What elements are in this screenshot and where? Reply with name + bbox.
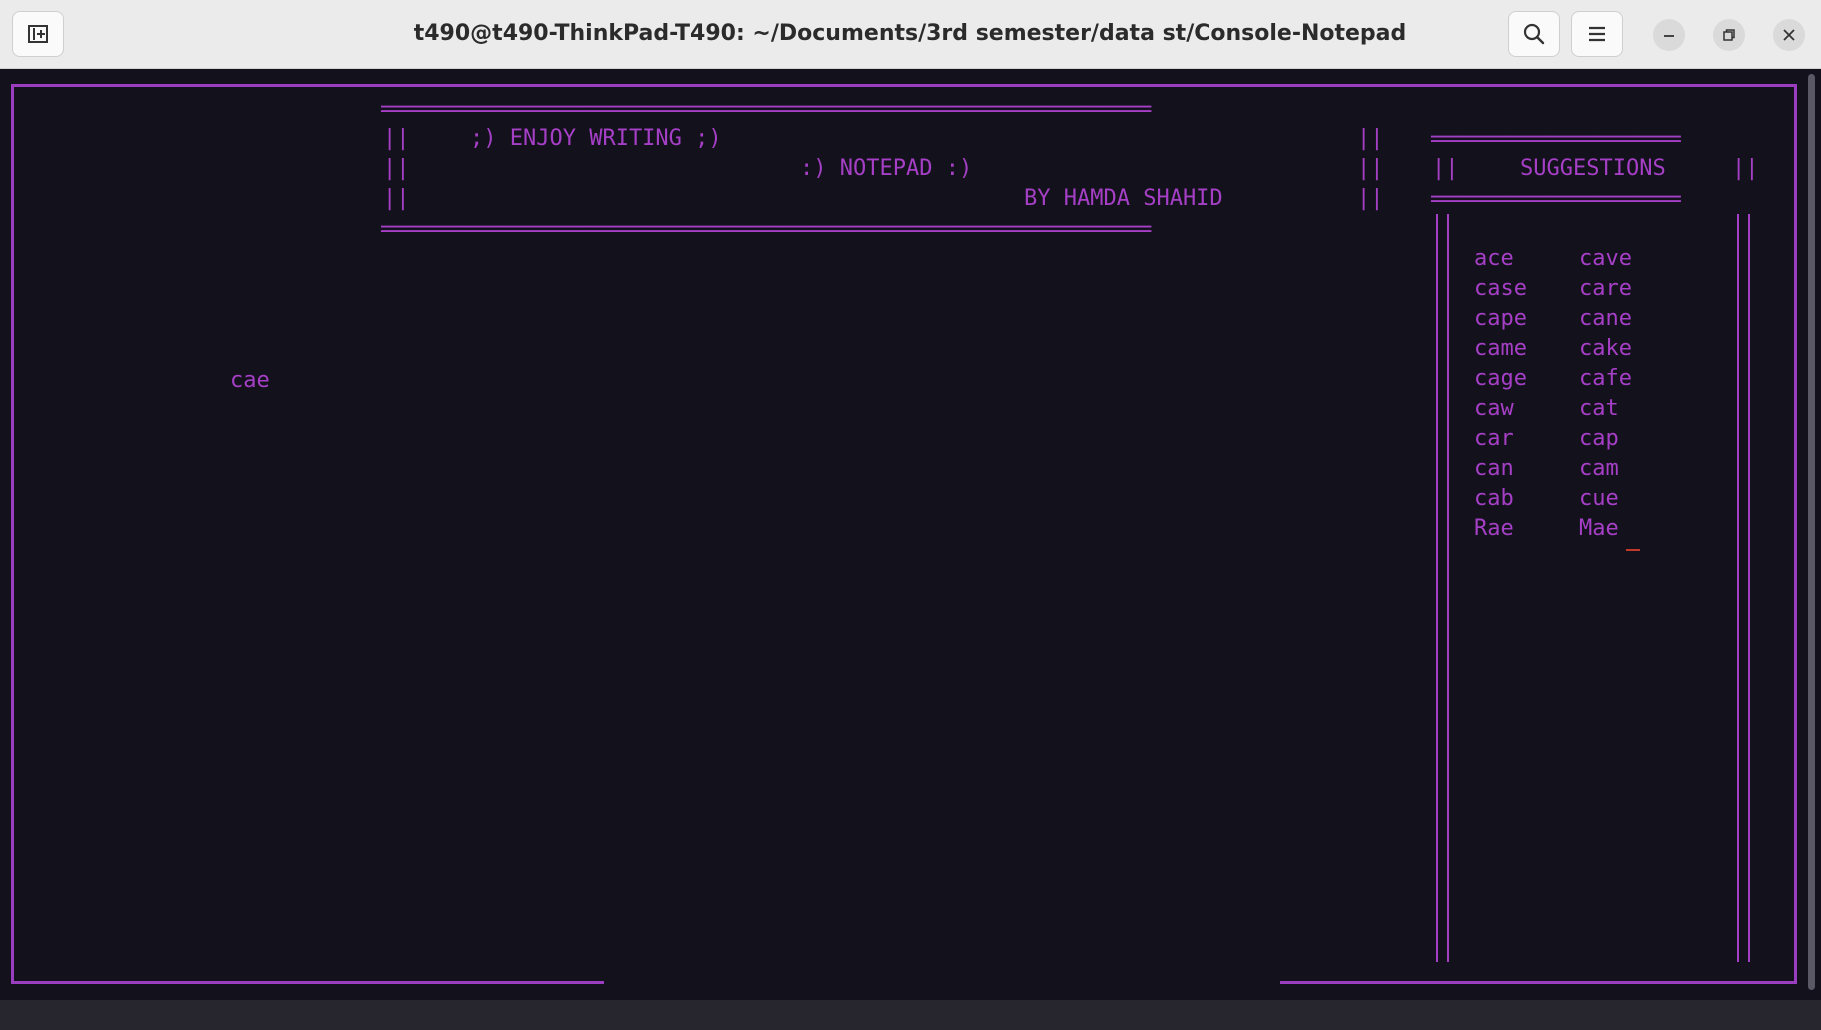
hamburger-menu-icon: [1589, 26, 1605, 42]
close-button[interactable]: [1773, 19, 1805, 51]
suggestion-item[interactable]: care: [1579, 274, 1632, 304]
search-button[interactable]: [1508, 11, 1560, 57]
new-tab-button[interactable]: [12, 11, 64, 57]
suggestion-item[interactable]: cane: [1579, 304, 1632, 334]
header-border-top: ========================================…: [380, 100, 1152, 120]
restore-button[interactable]: [1713, 19, 1745, 51]
suggestion-item[interactable]: ace: [1474, 244, 1514, 274]
frame-gap: [604, 980, 1280, 987]
suggestion-item[interactable]: cam: [1579, 454, 1619, 484]
suggestions-left-rail: [1436, 214, 1438, 962]
suggestions-right-rail: [1748, 214, 1750, 962]
menu-button[interactable]: [1571, 11, 1623, 57]
suggestion-item[interactable]: Mae: [1579, 514, 1619, 544]
header-right-bar: ||: [1357, 156, 1384, 181]
close-icon: [1783, 29, 1795, 41]
suggestions-left-rail: [1447, 214, 1449, 962]
suggestions-title: SUGGESTIONS: [1520, 156, 1666, 181]
header-border-bottom: ========================================…: [380, 220, 1152, 240]
suggestion-item[interactable]: cue: [1579, 484, 1619, 514]
editor-typed-text[interactable]: cae: [230, 366, 270, 396]
header-app-name: :) NOTEPAD :): [800, 156, 973, 181]
suggestion-item[interactable]: cafe: [1579, 364, 1632, 394]
suggestion-item[interactable]: cake: [1579, 334, 1632, 364]
suggestion-item[interactable]: Rae: [1474, 514, 1514, 544]
terminal-scrollbar[interactable]: [1808, 74, 1815, 990]
header-right-bar: ||: [1357, 126, 1384, 151]
suggestions-border-top: =======================: [1430, 130, 1682, 150]
header-left-bar: ||: [383, 126, 410, 151]
suggestions-right-bar: ||: [1732, 156, 1759, 181]
search-icon: [1523, 23, 1545, 45]
header-right-bar: ||: [1357, 186, 1384, 211]
header-left-bar: ||: [383, 156, 410, 181]
suggestion-item[interactable]: cage: [1474, 364, 1527, 394]
suggestion-item[interactable]: cat: [1579, 394, 1619, 424]
suggestion-item[interactable]: car: [1474, 424, 1514, 454]
suggestion-item[interactable]: caw: [1474, 394, 1514, 424]
suggestion-item[interactable]: case: [1474, 274, 1527, 304]
header-author: BY HAMDA SHAHID: [1024, 186, 1223, 211]
suggestion-item[interactable]: cave: [1579, 244, 1632, 274]
suggestion-item[interactable]: came: [1474, 334, 1527, 364]
suggestion-item[interactable]: cape: [1474, 304, 1527, 334]
bottom-strip: [0, 1000, 1821, 1030]
restore-icon: [1723, 29, 1735, 41]
header-tagline: ;) ENJOY WRITING ;): [470, 126, 722, 151]
window-title: t490@t490-ThinkPad-T490: ~/Documents/3rd…: [413, 21, 1407, 46]
suggestion-item[interactable]: cab: [1474, 484, 1514, 514]
new-tab-icon: [28, 25, 48, 43]
suggestion-item[interactable]: cap: [1579, 424, 1619, 454]
minimize-icon: [1664, 35, 1674, 37]
suggestions-border-mid: =======================: [1430, 190, 1682, 210]
suggestions-right-rail: [1737, 214, 1739, 962]
window-titlebar: t490@t490-ThinkPad-T490: ~/Documents/3rd…: [0, 0, 1821, 69]
suggestion-item[interactable]: can: [1474, 454, 1514, 484]
header-left-bar: ||: [383, 186, 410, 211]
suggestions-left-bar: ||: [1432, 156, 1459, 181]
text-cursor: [1626, 549, 1640, 551]
minimize-button[interactable]: [1653, 19, 1685, 51]
notepad-frame: [11, 84, 1797, 984]
